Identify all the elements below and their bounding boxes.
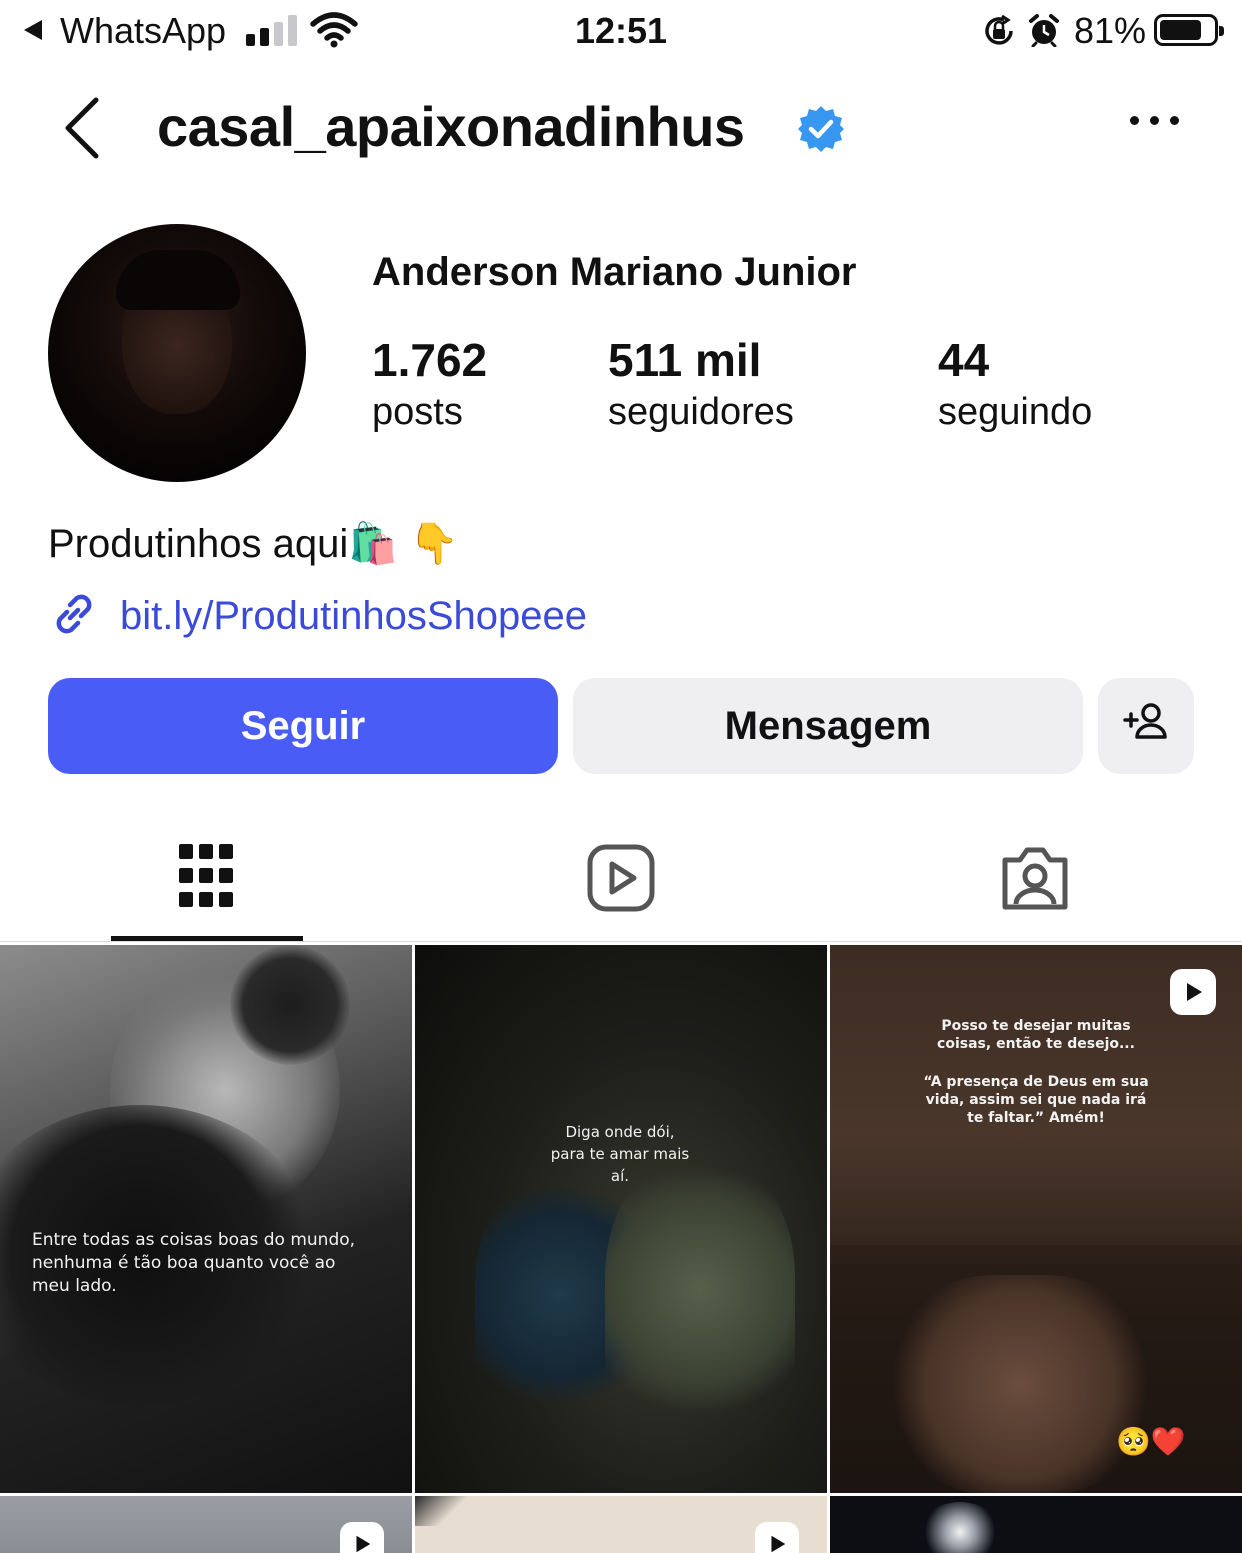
avatar[interactable] (48, 224, 306, 482)
followers-label: seguidores (608, 391, 794, 433)
back-chevron-icon[interactable] (62, 96, 102, 165)
post-caption: Diga onde dói, para te amar mais aí. (550, 1123, 690, 1185)
reel-indicator-icon (755, 1522, 799, 1553)
tab-reels[interactable] (587, 844, 655, 917)
grid-icon (179, 844, 235, 914)
bio-link[interactable]: bit.ly/ProdutinhosShopeee (48, 588, 587, 645)
rotation-lock-icon (982, 14, 1016, 53)
bio-text: Produtinhos aqui🛍️ 👇 (48, 522, 459, 566)
more-options-icon[interactable] (1130, 116, 1179, 125)
status-bar: WhatsApp 12:51 81% (0, 0, 1242, 62)
profile-header: casal_apaixonadinhus (0, 80, 1242, 176)
tab-tagged[interactable] (1000, 844, 1070, 917)
message-button[interactable]: Mensagem (573, 678, 1083, 774)
post-thumbnail[interactable] (415, 1496, 827, 1553)
follow-button[interactable]: Seguir (48, 678, 558, 774)
following-count: 44 (938, 334, 990, 386)
verified-badge-icon (796, 104, 846, 159)
link-icon (48, 588, 100, 645)
tabs-divider (0, 941, 1242, 942)
post-thumbnail[interactable]: Diga onde dói, para te amar mais aí. (415, 945, 827, 1493)
posts-label: posts (372, 391, 463, 433)
alarm-icon (1028, 13, 1060, 52)
suggested-accounts-button[interactable] (1098, 678, 1194, 774)
posts-count: 1.762 (372, 334, 488, 386)
stat-followers[interactable]: 511 mil seguidores (608, 334, 794, 438)
post-caption: Entre todas as coisas boas do mundo, nen… (32, 1230, 356, 1296)
post-thumbnail[interactable] (830, 1496, 1242, 1553)
reels-icon (587, 844, 655, 916)
post-emojis: 🥺❤️ (1116, 1426, 1186, 1457)
reel-indicator-icon (1170, 969, 1216, 1015)
display-name: Anderson Mariano Junior (372, 250, 857, 294)
post-thumbnail[interactable]: Posso te desejar muitas coisas, então te… (830, 945, 1242, 1493)
post-caption: Posso te desejar muitas coisas, então te… (937, 1018, 1135, 1052)
following-label: seguindo (938, 391, 1093, 433)
post-caption-quote: “A presença de Deus em sua vida, assim s… (923, 1074, 1149, 1126)
followers-count: 511 mil (608, 334, 762, 386)
battery-percent: 81% (1074, 10, 1147, 51)
post-thumbnail[interactable] (0, 1496, 412, 1553)
tagged-icon (1000, 847, 1070, 916)
battery-icon (1154, 14, 1224, 46)
profile-tabs (0, 820, 1242, 942)
add-person-icon (1122, 701, 1170, 751)
reel-indicator-icon (340, 1522, 384, 1553)
stat-following[interactable]: 44 seguindo (938, 334, 1092, 438)
tab-grid[interactable] (179, 844, 235, 915)
username-title: casal_apaixonadinhus (157, 95, 745, 158)
stat-posts: 1.762 posts (372, 334, 487, 438)
link-text[interactable]: bit.ly/ProdutinhosShopeee (120, 594, 587, 639)
post-thumbnail[interactable]: Entre todas as coisas boas do mundo, nen… (0, 945, 412, 1493)
